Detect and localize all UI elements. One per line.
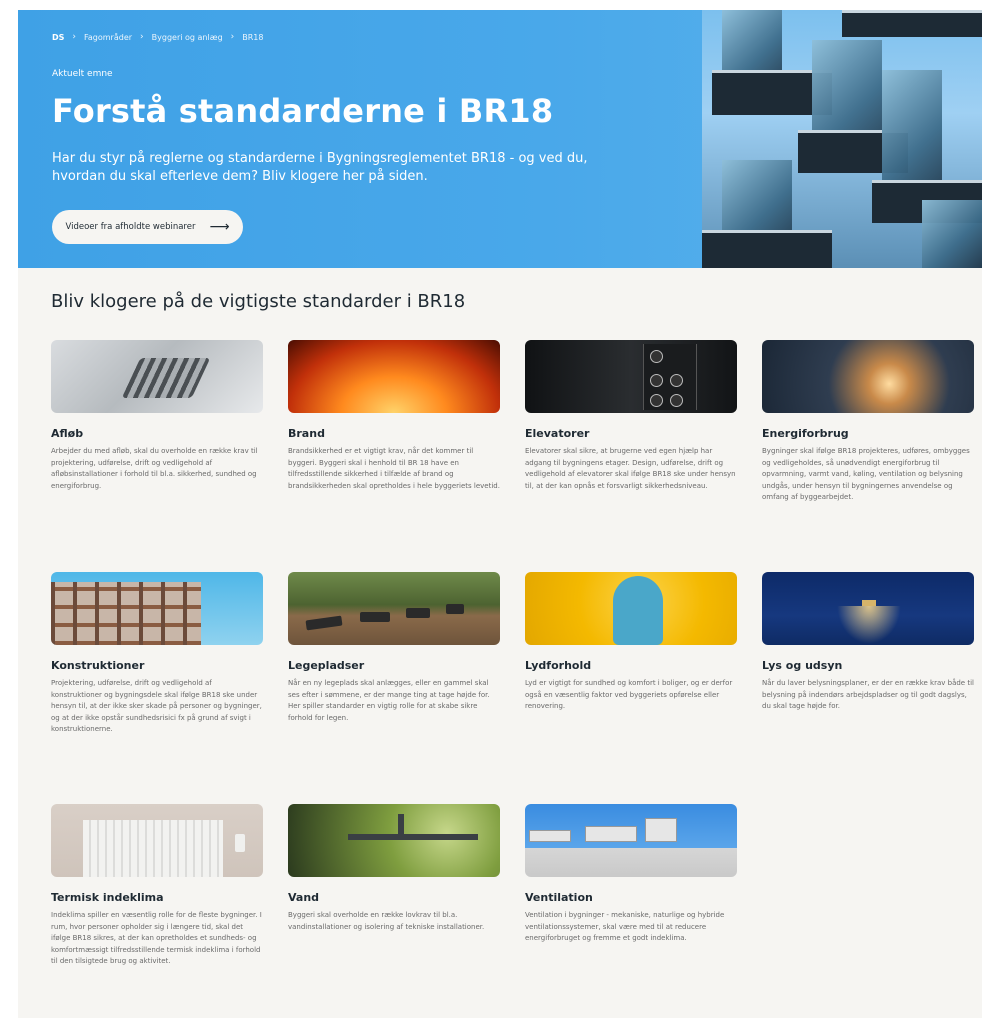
hero-banner: DS › Fagområder › Byggeri og anlæg › BR1… — [18, 10, 982, 268]
card-text: Bygninger skal ifølge BR18 projekteres, … — [762, 447, 970, 501]
card-title: Afløb — [51, 427, 84, 440]
topic-grid: Afløb Arbejder du med afløb, skal du ove… — [51, 340, 974, 1018]
breadcrumb-item-byggeri[interactable]: Byggeri og anlæg — [152, 33, 223, 42]
chevron-right-icon: › — [72, 32, 77, 42]
topic-card-ventilation[interactable]: Ventilation Ventilation i bygninger - me… — [525, 804, 737, 1018]
card-title: Elevatorer — [525, 427, 590, 440]
ventilation-image — [525, 804, 737, 877]
termisk-indeklima-image — [51, 804, 263, 877]
card-text: Arbejder du med afløb, skal du overholde… — [51, 447, 258, 490]
card-text: Lyd er vigtigt for sundhed og komfort i … — [525, 679, 733, 710]
card-title: Termisk indeklima — [51, 891, 164, 904]
card-title: Lys og udsyn — [762, 659, 843, 672]
breadcrumb-item-br18: BR18 — [242, 32, 264, 42]
card-text: Indeklima spiller en væsentlig rolle for… — [51, 911, 262, 965]
chevron-right-icon: › — [230, 32, 235, 42]
hero-building-image — [702, 10, 982, 268]
afloeb-image — [51, 340, 263, 413]
topic-card-lys-og-udsyn[interactable]: Lys og udsyn Når du laver belysningsplan… — [762, 572, 974, 804]
topic-card-elevatorer[interactable]: Elevatorer Elevatorer skal sikre, at bru… — [525, 340, 737, 572]
section-title: Bliv klogere på de vigtigste standarder … — [51, 291, 466, 312]
topic-card-lydforhold[interactable]: Lydforhold Lyd er vigtigt for sundhed og… — [525, 572, 737, 804]
topic-card-brand[interactable]: Brand Brandsikkerhed er et vigtigt krav,… — [288, 340, 500, 572]
lys-og-udsyn-image — [762, 572, 974, 645]
ds-logo[interactable]: DS — [52, 33, 64, 42]
card-text: Ventilation i bygninger - mekaniske, nat… — [525, 911, 725, 942]
card-text: Når du laver belysningsplaner, er der en… — [762, 679, 974, 710]
page-title: Forstå standarderne i BR18 — [52, 92, 554, 130]
webinar-videos-button[interactable]: Videoer fra afholdte webinarer ⟶ — [52, 210, 243, 244]
card-text: Brandsikkerhed er et vigtigt krav, når d… — [288, 447, 500, 490]
hero-eyebrow: Aktuelt emne — [52, 69, 113, 79]
page: DS › Fagområder › Byggeri og anlæg › BR1… — [18, 10, 982, 1018]
hero-lead: Har du styr på reglerne og standarderne … — [52, 151, 588, 184]
card-text: Elevatorer skal sikre, at brugerne ved e… — [525, 447, 736, 490]
energiforbrug-image — [762, 340, 974, 413]
webinar-videos-label: Videoer fra afholdte webinarer — [65, 222, 196, 232]
lydforhold-image — [525, 572, 737, 645]
card-text: Projektering, udførelse, drift og vedlig… — [51, 679, 262, 733]
breadcrumb-item-fagomraader[interactable]: Fagområder — [84, 33, 132, 42]
card-title: Vand — [288, 891, 320, 904]
card-text: Byggeri skal overholde en række lovkrav … — [288, 911, 485, 931]
legepladser-image — [288, 572, 500, 645]
topic-card-legepladser[interactable]: Legepladser Når en ny legeplads skal anl… — [288, 572, 500, 804]
elevatorer-image — [525, 340, 737, 413]
arrow-right-icon: ⟶ — [209, 219, 230, 235]
topic-card-konstruktioner[interactable]: Konstruktioner Projektering, udførelse, … — [51, 572, 263, 804]
card-title: Lydforhold — [525, 659, 592, 672]
vand-image — [288, 804, 500, 877]
card-title: Konstruktioner — [51, 659, 145, 672]
topic-card-energiforbrug[interactable]: Energiforbrug Bygninger skal ifølge BR18… — [762, 340, 974, 572]
brand-image — [288, 340, 500, 413]
chevron-right-icon: › — [140, 32, 144, 42]
card-text: Når en ny legeplads skal anlægges, eller… — [288, 679, 490, 722]
topic-card-termisk-indeklima[interactable]: Termisk indeklima Indeklima spiller en v… — [51, 804, 263, 1018]
breadcrumb: DS › Fagområder › Byggeri og anlæg › BR1… — [52, 32, 263, 42]
topic-card-afloeb[interactable]: Afløb Arbejder du med afløb, skal du ove… — [51, 340, 263, 572]
konstruktioner-image — [51, 572, 263, 645]
card-title: Ventilation — [525, 891, 593, 904]
card-title: Brand — [288, 427, 325, 440]
topic-card-vand[interactable]: Vand Byggeri skal overholde en række lov… — [288, 804, 500, 1018]
card-title: Legepladser — [288, 659, 365, 672]
card-title: Energiforbrug — [762, 427, 849, 440]
